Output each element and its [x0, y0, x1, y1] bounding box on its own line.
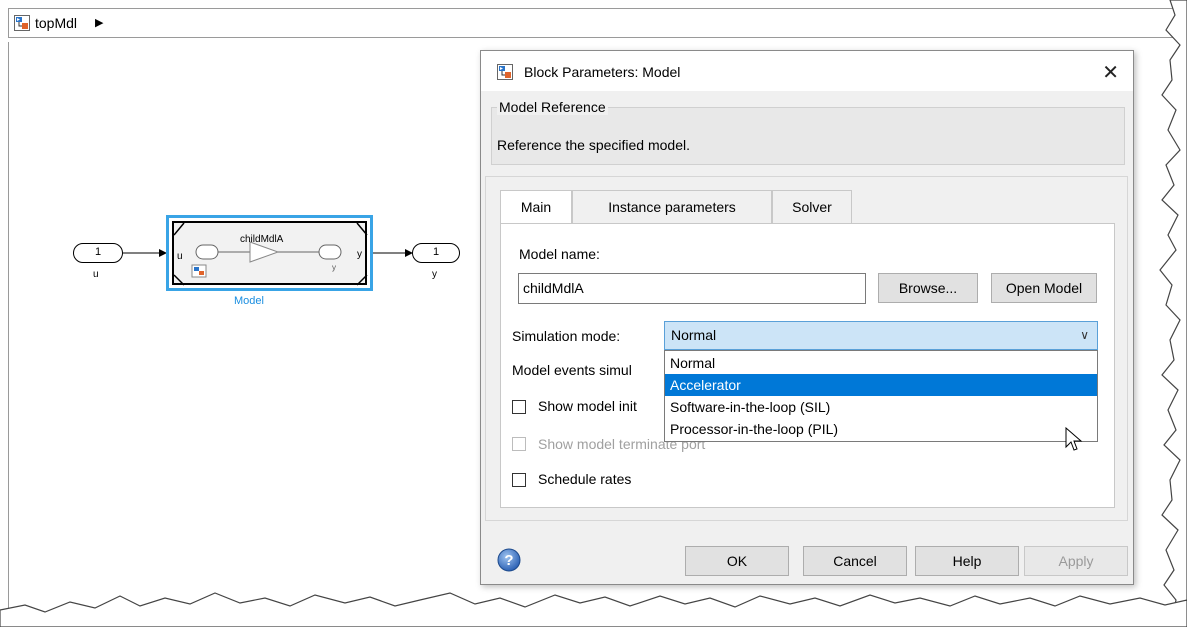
dropdown-option-accelerator[interactable]: Accelerator — [665, 374, 1097, 396]
tab-instance-parameters[interactable]: Instance parameters — [572, 190, 772, 223]
mouse-cursor-icon — [1065, 427, 1083, 451]
simulation-mode-label: Simulation mode: — [512, 328, 621, 344]
show-init-checkbox[interactable] — [512, 400, 526, 414]
signal-line-y[interactable] — [373, 246, 415, 260]
model-reference-block[interactable]: childMdlA u y y — [166, 215, 373, 291]
model-events-label: Model events simul — [512, 362, 632, 378]
outport-label: y — [432, 269, 437, 280]
schedule-rates-checkbox[interactable] — [512, 473, 526, 487]
model-name-field[interactable]: childMdlA — [518, 273, 866, 304]
inport-label: u — [93, 269, 99, 280]
breadcrumb: topMdl ▶ — [8, 8, 1187, 38]
tab-solver[interactable]: Solver — [772, 190, 852, 223]
outport-block[interactable]: 1 — [412, 243, 460, 263]
browse-button[interactable]: Browse... — [878, 273, 978, 303]
open-model-button[interactable]: Open Model — [991, 273, 1097, 303]
simulation-mode-value: Normal — [671, 327, 717, 343]
simulation-mode-select[interactable]: Normal ∨ — [664, 321, 1098, 350]
model-block-in-port: u — [177, 251, 183, 262]
group-description: Reference the specified model. — [497, 137, 690, 153]
model-block-ref-name: childMdlA — [240, 234, 284, 245]
tab-main[interactable]: Main — [500, 190, 572, 224]
breadcrumb-model-name[interactable]: topMdl — [35, 15, 77, 31]
model-block-inner-out: y — [332, 263, 336, 272]
simulink-editor: topMdl ▶ 1 u childMdlA u y y Model 1 y B… — [0, 0, 1187, 627]
simulation-mode-dropdown: Normal Accelerator Software-in-the-loop … — [664, 350, 1098, 442]
model-reference-group — [491, 107, 1125, 165]
block-parameters-dialog: Block Parameters: Model ✕ Model Referenc… — [480, 50, 1134, 585]
signal-line-u[interactable] — [123, 246, 169, 260]
dropdown-option-pil[interactable]: Processor-in-the-loop (PIL) — [665, 418, 1097, 440]
close-icon[interactable]: ✕ — [1102, 60, 1119, 85]
dialog-titlebar[interactable]: Block Parameters: Model ✕ — [481, 51, 1133, 91]
svg-text:?: ? — [504, 552, 513, 569]
dialog-title: Block Parameters: Model — [524, 64, 681, 80]
show-init-label: Show model init — [538, 398, 637, 414]
simulink-model-icon — [497, 64, 513, 80]
cancel-button[interactable]: Cancel — [803, 546, 907, 576]
breadcrumb-arrow-icon[interactable]: ▶ — [95, 16, 103, 29]
apply-button[interactable]: Apply — [1024, 546, 1128, 576]
inport-block[interactable]: 1 — [73, 243, 123, 263]
simulink-model-icon — [14, 15, 30, 31]
help-question-icon[interactable]: ? — [497, 548, 521, 572]
model-block-name[interactable]: Model — [234, 295, 264, 307]
help-button[interactable]: Help — [915, 546, 1019, 576]
schedule-rates-label: Schedule rates — [538, 471, 632, 487]
ok-button[interactable]: OK — [685, 546, 789, 576]
show-terminate-checkbox[interactable] — [512, 437, 526, 451]
model-block-body: childMdlA u y y — [172, 221, 368, 286]
model-block-thumbnail — [174, 223, 368, 286]
chevron-down-icon[interactable]: ∨ — [1080, 322, 1089, 349]
group-title: Model Reference — [497, 99, 608, 115]
model-block-out-port: y — [357, 249, 362, 260]
dropdown-option-sil[interactable]: Software-in-the-loop (SIL) — [665, 396, 1097, 418]
model-name-label: Model name: — [519, 246, 600, 262]
dropdown-option-normal[interactable]: Normal — [665, 352, 1097, 374]
